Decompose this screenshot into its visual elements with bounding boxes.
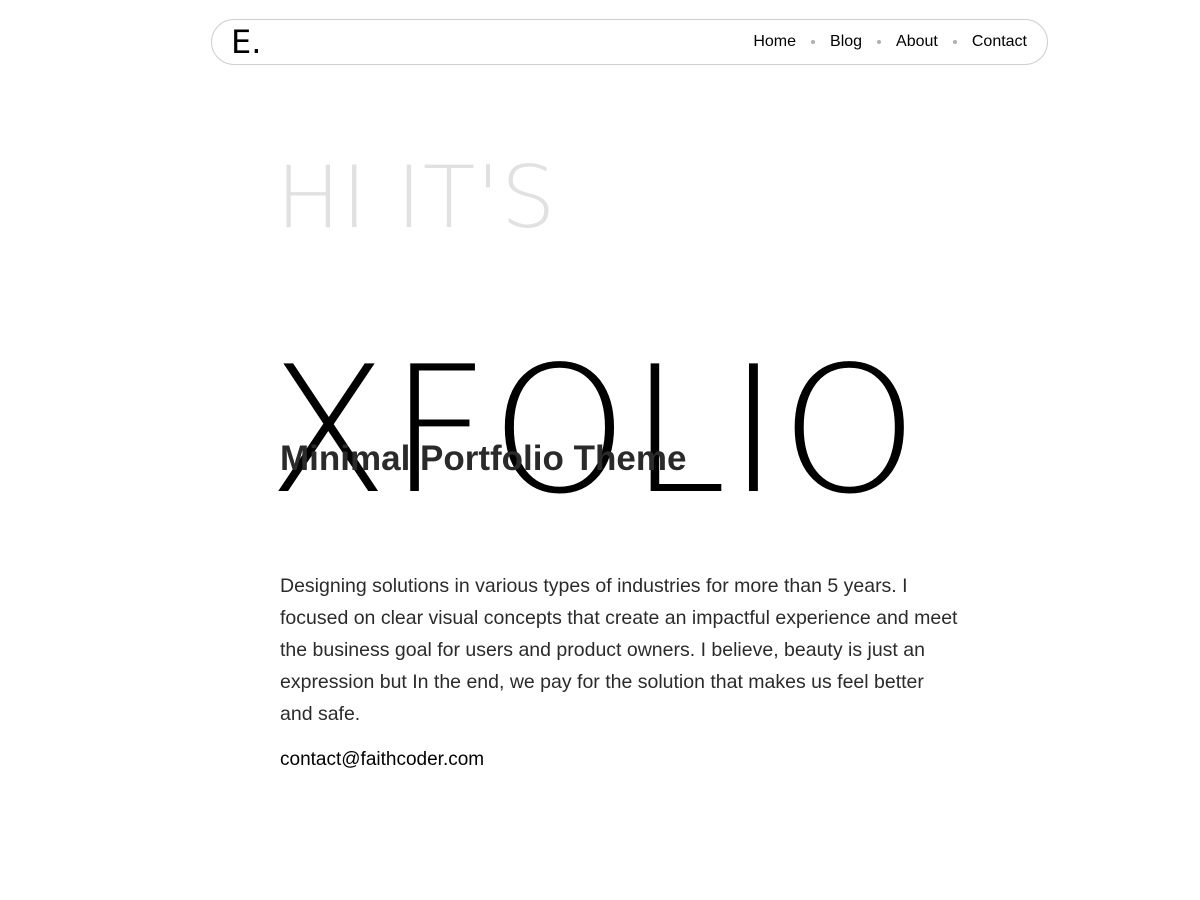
nav-item-blog[interactable]: Blog [830, 33, 862, 51]
hero-subtitle: Minimal Portfolio Theme [280, 439, 687, 479]
nav-separator-dot [952, 40, 957, 44]
nav-separator-dot [811, 40, 816, 44]
nav-item-about[interactable]: About [896, 33, 938, 51]
page: E. Home Blog About Contact HI IT'S XFOLI… [0, 0, 1200, 900]
nav-menu: Home Blog About Contact [753, 20, 1027, 64]
hero-pre-title: HI IT'S [276, 148, 557, 248]
nav-item-contact[interactable]: Contact [972, 33, 1027, 51]
logo[interactable]: E. [231, 24, 261, 60]
nav-separator-dot [877, 40, 882, 44]
contact-email-link[interactable]: contact@faithcoder.com [280, 748, 484, 772]
about-description: Designing solutions in various types of … [280, 574, 958, 725]
nav-item-home[interactable]: Home [753, 33, 796, 51]
hero-title: XFOLIO [268, 330, 920, 534]
navbar: E. Home Blog About Contact [211, 19, 1048, 65]
